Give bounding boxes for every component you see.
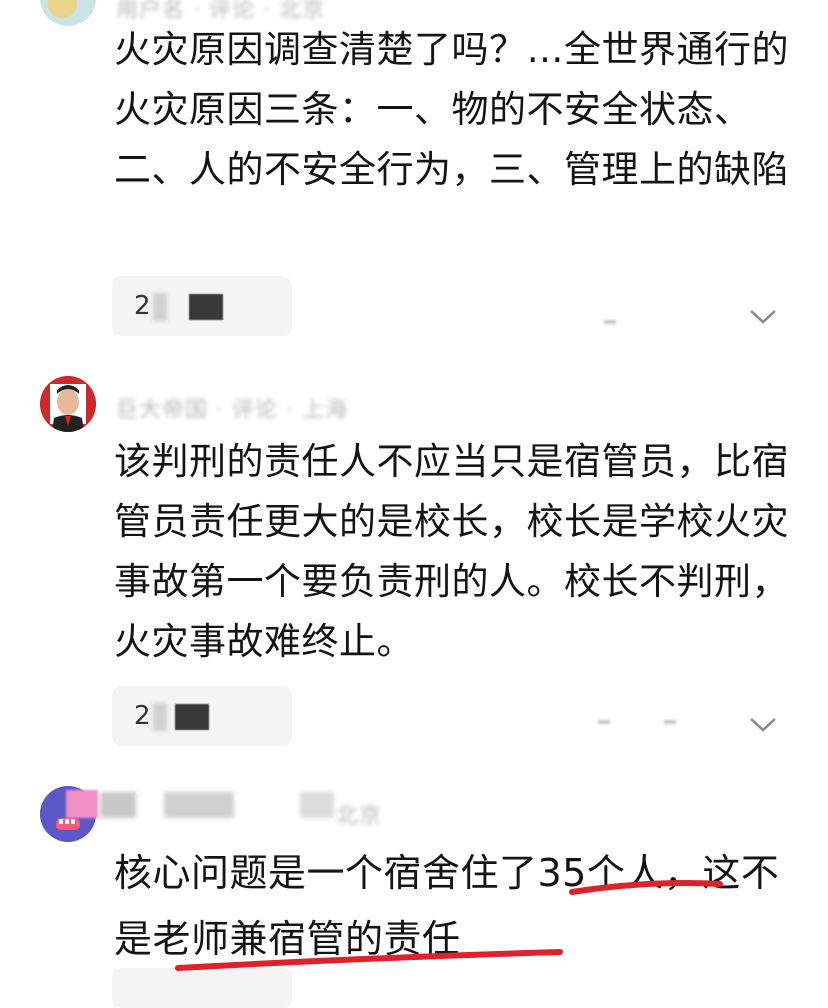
comment-meta: 北京 [336, 804, 383, 829]
username-blur [300, 792, 334, 818]
reply-count: 2 [134, 291, 151, 321]
reply-count-button[interactable]: 2 [112, 276, 292, 336]
comment-text: 火灾原因调查清楚了吗？…全世界通行的火灾原因三条：一、物的不安全状态、二、人的不… [114, 28, 789, 191]
username-blur [164, 792, 234, 818]
avatar[interactable] [40, 0, 96, 26]
bottom-fade [560, 920, 828, 960]
reply-count-button[interactable]: 2 [112, 686, 292, 746]
comment-meta: 用户名 · 评论 · 北京 [116, 0, 325, 23]
expand-chevron-icon[interactable] [748, 714, 778, 734]
username-blur [66, 790, 98, 818]
username-blur [100, 792, 136, 818]
expand-chevron-icon[interactable] [748, 306, 778, 326]
reply-count-button[interactable] [112, 968, 292, 1008]
avatar[interactable] [40, 376, 96, 432]
reply-count: 2 [134, 701, 151, 731]
comment-meta: 巨大帝国 · 评论 · 上海 [116, 398, 348, 423]
comment-text: 该判刑的责任人不应当只是宿管员，比宿管员责任更大的是校长，校长是学校火灾事故第一… [114, 440, 789, 663]
